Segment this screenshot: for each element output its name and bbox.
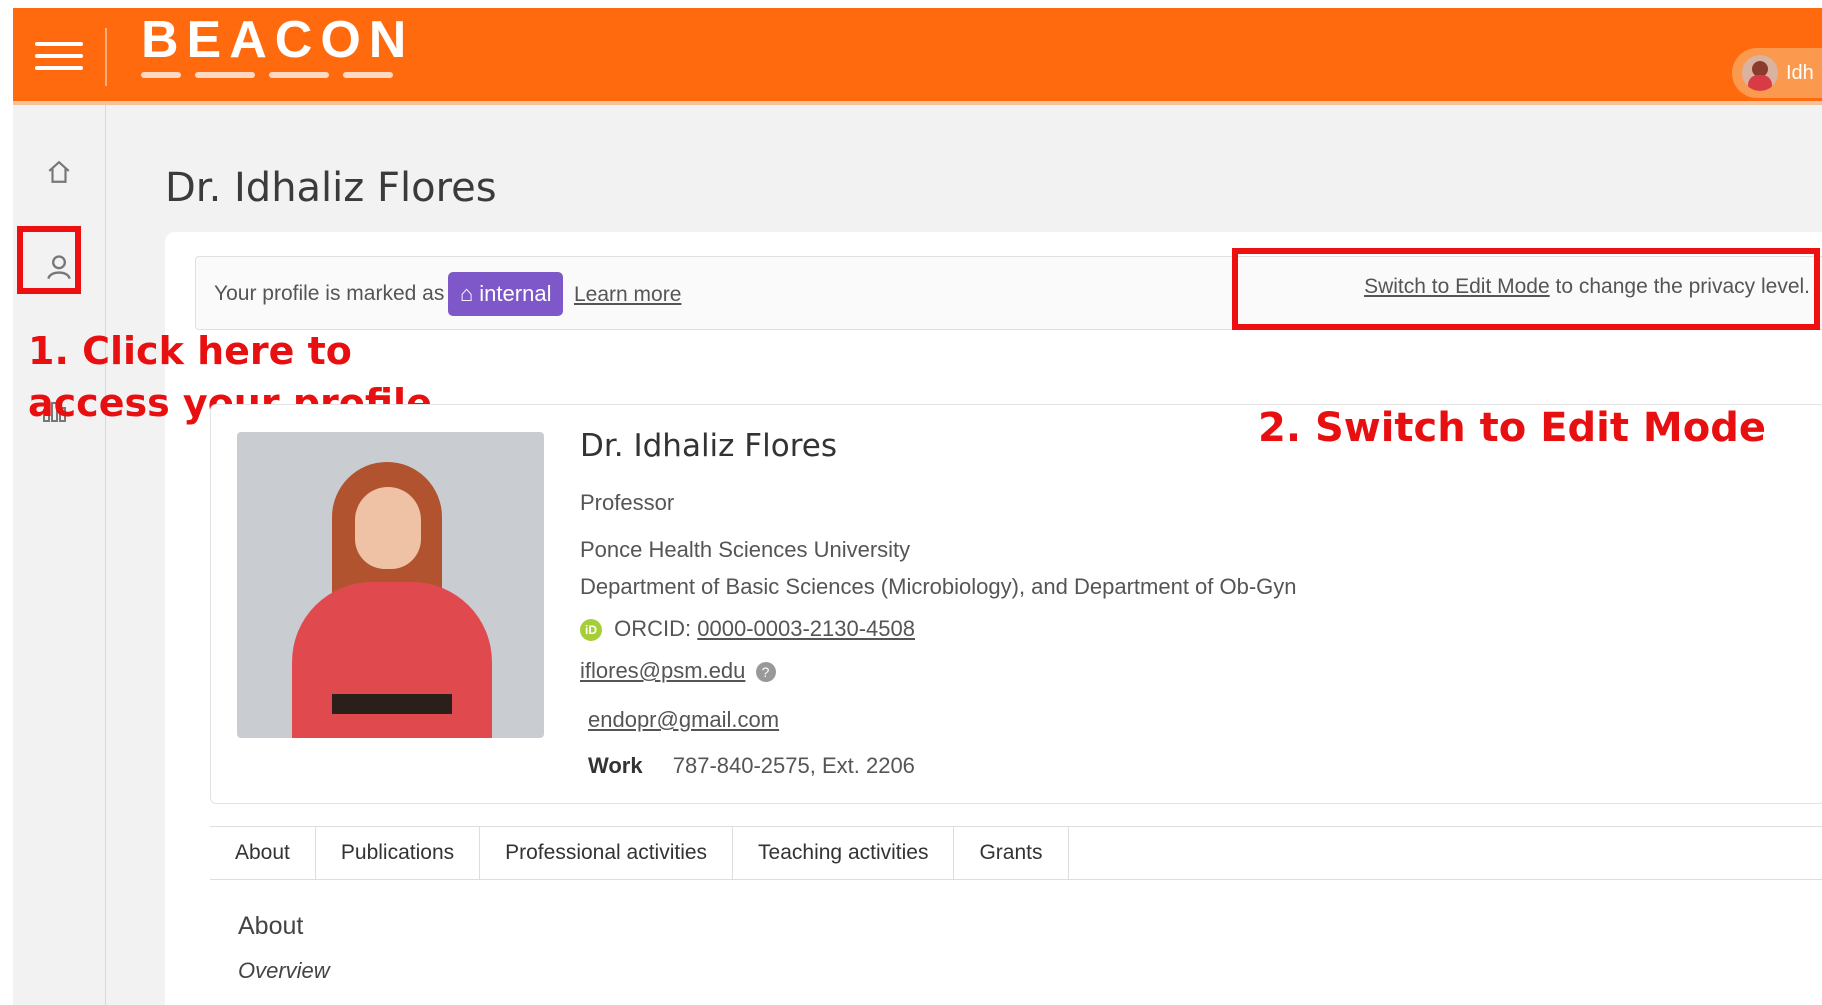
profile-department: Department of Basic Sciences (Microbiolo… xyxy=(580,574,1297,599)
email-row: iflores@psm.edu ? xyxy=(580,658,776,684)
user-name: Idh xyxy=(1786,61,1814,84)
learn-more-link[interactable]: Learn more xyxy=(574,283,681,307)
tab-publications[interactable]: Publications xyxy=(316,827,481,879)
email-secondary-link[interactable]: endopr@gmail.com xyxy=(588,707,779,732)
profile-institution: Ponce Health Sciences University xyxy=(580,537,911,562)
highlight-profile-icon xyxy=(17,226,81,294)
tab-teaching-activities[interactable]: Teaching activities xyxy=(733,827,955,879)
profile-name: Dr. Idhaliz Flores xyxy=(580,428,837,464)
email-primary-link[interactable]: iflores@psm.edu xyxy=(580,658,745,683)
top-bar: BEACON Idh xyxy=(13,8,1822,105)
profile-title: Professor xyxy=(580,490,675,515)
phone-row: Work 787-840-2575, Ext. 2206 xyxy=(588,753,915,779)
orcid-label: ORCID: xyxy=(614,616,692,641)
logo-partners xyxy=(141,72,414,78)
avatar xyxy=(1742,55,1778,91)
beacon-logo[interactable]: BEACON xyxy=(141,10,414,90)
phone-label: Work xyxy=(588,753,643,778)
tab-professional-activities[interactable]: Professional activities xyxy=(480,827,734,879)
help-icon[interactable]: ? xyxy=(755,662,776,683)
menu-icon[interactable] xyxy=(35,42,83,76)
badge-label: internal xyxy=(479,281,552,306)
annotation-step-2: 2. Switch to Edit Mode xyxy=(1258,405,1766,451)
user-menu[interactable]: Idh xyxy=(1732,48,1822,98)
profile-tabs: About Publications Professional activiti… xyxy=(210,826,1822,880)
about-heading: About xyxy=(238,912,304,940)
page-title: Dr. Idhaliz Flores xyxy=(165,165,497,211)
phone-number: 787-840-2575, Ext. 2206 xyxy=(672,753,915,778)
home-icon[interactable] xyxy=(37,150,81,194)
privacy-prefix: Your profile is marked as xyxy=(214,282,445,305)
highlight-edit-mode xyxy=(1232,248,1820,330)
tab-grants[interactable]: Grants xyxy=(954,827,1069,879)
orcid-icon: iD xyxy=(580,619,602,642)
house-icon: ⌂ xyxy=(460,281,474,306)
overview-heading: Overview xyxy=(238,958,330,983)
logo-text: BEACON xyxy=(141,11,415,69)
orcid-row: iD ORCID: 0000-0003-2130-4508 xyxy=(580,616,915,642)
profile-photo xyxy=(237,432,544,738)
email-secondary-row: endopr@gmail.com xyxy=(588,707,779,733)
divider xyxy=(105,28,107,86)
tab-about[interactable]: About xyxy=(210,827,316,879)
orcid-link[interactable]: 0000-0003-2130-4508 xyxy=(697,616,915,641)
internal-badge[interactable]: ⌂ internal xyxy=(448,272,564,316)
